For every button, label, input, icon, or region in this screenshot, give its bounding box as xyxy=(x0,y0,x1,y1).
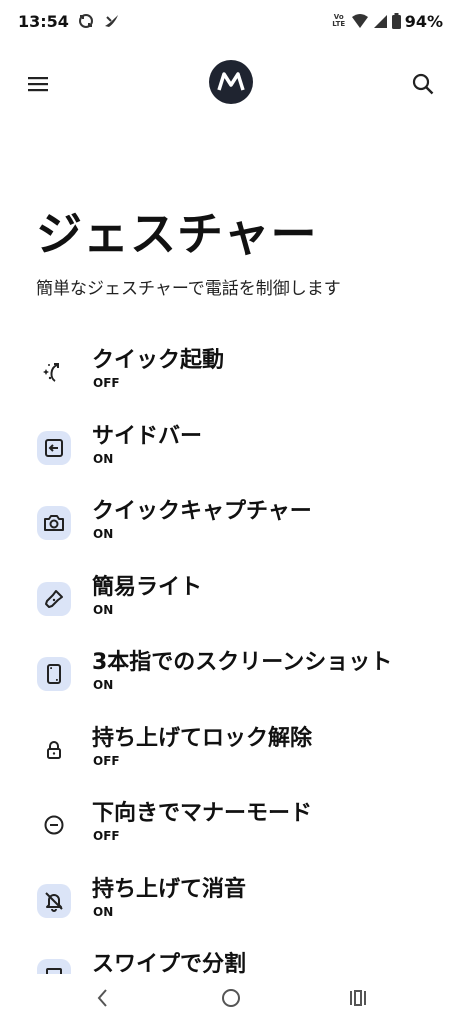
gesture-item-sidebar[interactable]: サイドバー ON xyxy=(0,416,461,492)
sparkle-arrow-icon xyxy=(37,355,71,389)
gesture-status: ON xyxy=(93,451,114,466)
hamburger-menu-icon[interactable] xyxy=(22,68,54,100)
battery-icon xyxy=(391,13,401,29)
gesture-title: 簡易ライト xyxy=(92,574,203,600)
battery-level: 94% xyxy=(404,11,443,31)
gesture-list: クイック起動 OFF サイドバー ON クイックキャプチャー ON 簡易ライト … xyxy=(0,340,461,1020)
back-chevron-icon[interactable] xyxy=(92,986,114,1014)
flashlight-icon xyxy=(37,581,71,616)
navigation-bar xyxy=(0,974,461,1024)
status-left: 13:54 xyxy=(18,12,121,31)
home-circle-icon[interactable] xyxy=(219,986,243,1014)
app-bar xyxy=(0,54,461,114)
status-time: 13:54 xyxy=(18,11,69,31)
gesture-item-quick-capture[interactable]: クイックキャプチャー ON xyxy=(0,491,461,567)
gesture-item-quick-launch[interactable]: クイック起動 OFF xyxy=(0,340,461,416)
gesture-status: OFF xyxy=(93,829,120,843)
sidebar-enter-icon xyxy=(37,430,71,465)
gesture-status: ON xyxy=(93,527,114,541)
recents-icon[interactable] xyxy=(346,986,370,1014)
gesture-status: OFF xyxy=(93,753,120,768)
wifi-icon xyxy=(351,13,369,29)
sync-icon xyxy=(77,12,95,30)
status-bar: 13:54 Vo LTE 94% xyxy=(0,0,461,42)
gesture-title: 持ち上げてロック解除 xyxy=(92,725,313,751)
motorola-logo-icon xyxy=(209,60,253,104)
signal-icon xyxy=(373,14,388,29)
gesture-title: 持ち上げて消音 xyxy=(92,876,247,902)
search-icon[interactable] xyxy=(407,68,439,100)
gesture-title: クイックキャプチャー xyxy=(92,499,312,524)
gesture-item-lift-to-silence[interactable]: 持ち上げて消音 ON xyxy=(0,869,461,945)
do-not-disturb-icon xyxy=(37,808,71,842)
volte-indicator: Vo LTE xyxy=(332,13,346,28)
gesture-status: ON xyxy=(93,904,114,919)
camera-icon xyxy=(37,506,71,540)
gesture-title: 下向きでマナーモード xyxy=(92,801,313,826)
phone-screenshot-icon xyxy=(37,657,71,691)
gesture-item-three-finger-screenshot[interactable]: 3本指でのスクリーンショット ON xyxy=(0,642,461,718)
gesture-status: OFF xyxy=(93,376,120,390)
page-subtitle: 簡単なジェスチャーで電話を制御します xyxy=(36,279,341,299)
status-right: Vo LTE 94% xyxy=(331,12,443,31)
gesture-title: サイドバー xyxy=(92,423,203,449)
gesture-title: クイック起動 xyxy=(92,348,225,373)
bell-off-icon xyxy=(37,883,71,918)
gesture-item-flip-for-dnd[interactable]: 下向きでマナーモード OFF xyxy=(0,793,461,869)
gesture-status: ON xyxy=(93,678,114,692)
gesture-item-lift-to-unlock[interactable]: 持ち上げてロック解除 OFF xyxy=(0,718,461,794)
lock-icon xyxy=(37,733,71,767)
gesture-title: 3本指でのスクリーンショット xyxy=(92,650,393,675)
gesture-item-flashlight[interactable]: 簡易ライト ON xyxy=(0,567,461,643)
page-title: ジェスチャー xyxy=(36,207,318,261)
bird-icon xyxy=(103,12,121,30)
gesture-status: ON xyxy=(93,602,114,617)
